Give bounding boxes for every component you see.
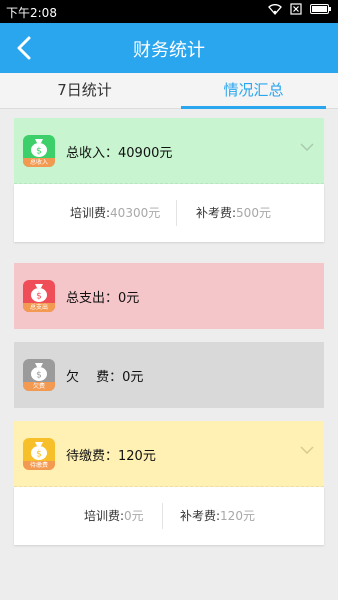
retake-fee-item: 补考费:500元 [196, 204, 271, 221]
pending-header[interactable]: $ 待缴费 待缴费：120元 [14, 421, 324, 487]
money-bag-icon: $ 总收入 [23, 135, 55, 167]
owed-total: 欠 费：0元 [66, 370, 144, 385]
income-breakdown: 培训费:40300元 补考费:500元 [14, 184, 324, 242]
retake-fee-value: 120元 [220, 509, 255, 523]
chevron-down-icon[interactable] [300, 443, 314, 457]
pending-total: 待缴费：120元 [66, 449, 156, 464]
icon-tag: 欠费 [23, 382, 55, 391]
owed-header[interactable]: $ 欠费 欠 费：0元 [14, 342, 324, 408]
retake-fee-label: 补考费: [196, 206, 237, 220]
tab-7day-stats[interactable]: 7日统计 [0, 73, 169, 109]
training-fee-value: 40300元 [110, 206, 161, 220]
training-fee-label: 培训费: [84, 509, 125, 523]
expense-header[interactable]: $ 总支出 总支出：0元 [14, 263, 324, 329]
pending-breakdown: 培训费:0元 补考费:120元 [14, 487, 324, 545]
wifi-icon [268, 3, 282, 18]
battery-icon [310, 3, 332, 18]
status-icons [268, 3, 332, 18]
training-fee-value: 0元 [124, 509, 144, 523]
svg-text:$: $ [36, 147, 42, 157]
money-bag-icon: $ 总支出 [23, 280, 55, 312]
vertical-divider [176, 200, 177, 226]
icon-tag: 总支出 [23, 303, 55, 312]
money-bag-icon: $ 欠费 [23, 359, 55, 391]
status-bar: 下午2:08 [0, 0, 338, 23]
expense-card: $ 总支出 总支出：0元 [14, 263, 324, 329]
svg-text:$: $ [36, 450, 42, 460]
money-bag-icon: $ 待缴费 [23, 438, 55, 470]
owed-card: $ 欠费 欠 费：0元 [14, 342, 324, 408]
pending-card: $ 待缴费 待缴费：120元 培训费:0元 补考费:120元 [14, 421, 324, 545]
no-sim-icon [290, 3, 302, 18]
income-card: $ 总收入 总收入：40900元 培训费:40300元 补考费:500元 [14, 118, 324, 242]
training-fee-label: 培训费: [70, 206, 111, 220]
svg-text:$: $ [36, 371, 42, 381]
retake-fee-label: 补考费: [180, 509, 221, 523]
icon-tag: 待缴费 [23, 461, 55, 470]
retake-fee-value: 500元 [236, 206, 271, 220]
tab-bar: 7日统计 情况汇总 [0, 73, 338, 109]
nav-bar: 财务统计 [0, 23, 338, 73]
page-title: 财务统计 [133, 40, 205, 61]
tab-label: 7日统计 [57, 81, 112, 99]
tab-summary[interactable]: 情况汇总 [169, 73, 338, 109]
training-fee-item: 培训费:40300元 [70, 204, 160, 221]
active-tab-indicator [181, 106, 326, 109]
icon-tag: 总收入 [23, 158, 55, 167]
retake-fee-item: 补考费:120元 [180, 507, 255, 524]
training-fee-item: 培训费:0元 [84, 507, 144, 524]
status-time: 下午2:08 [6, 6, 57, 20]
vertical-divider [162, 503, 163, 529]
tab-label: 情况汇总 [223, 81, 284, 99]
chevron-down-icon[interactable] [300, 140, 314, 154]
income-header[interactable]: $ 总收入 总收入：40900元 [14, 118, 324, 184]
income-total: 总收入：40900元 [66, 146, 173, 161]
svg-text:$: $ [36, 292, 42, 302]
expense-total: 总支出：0元 [66, 291, 140, 306]
